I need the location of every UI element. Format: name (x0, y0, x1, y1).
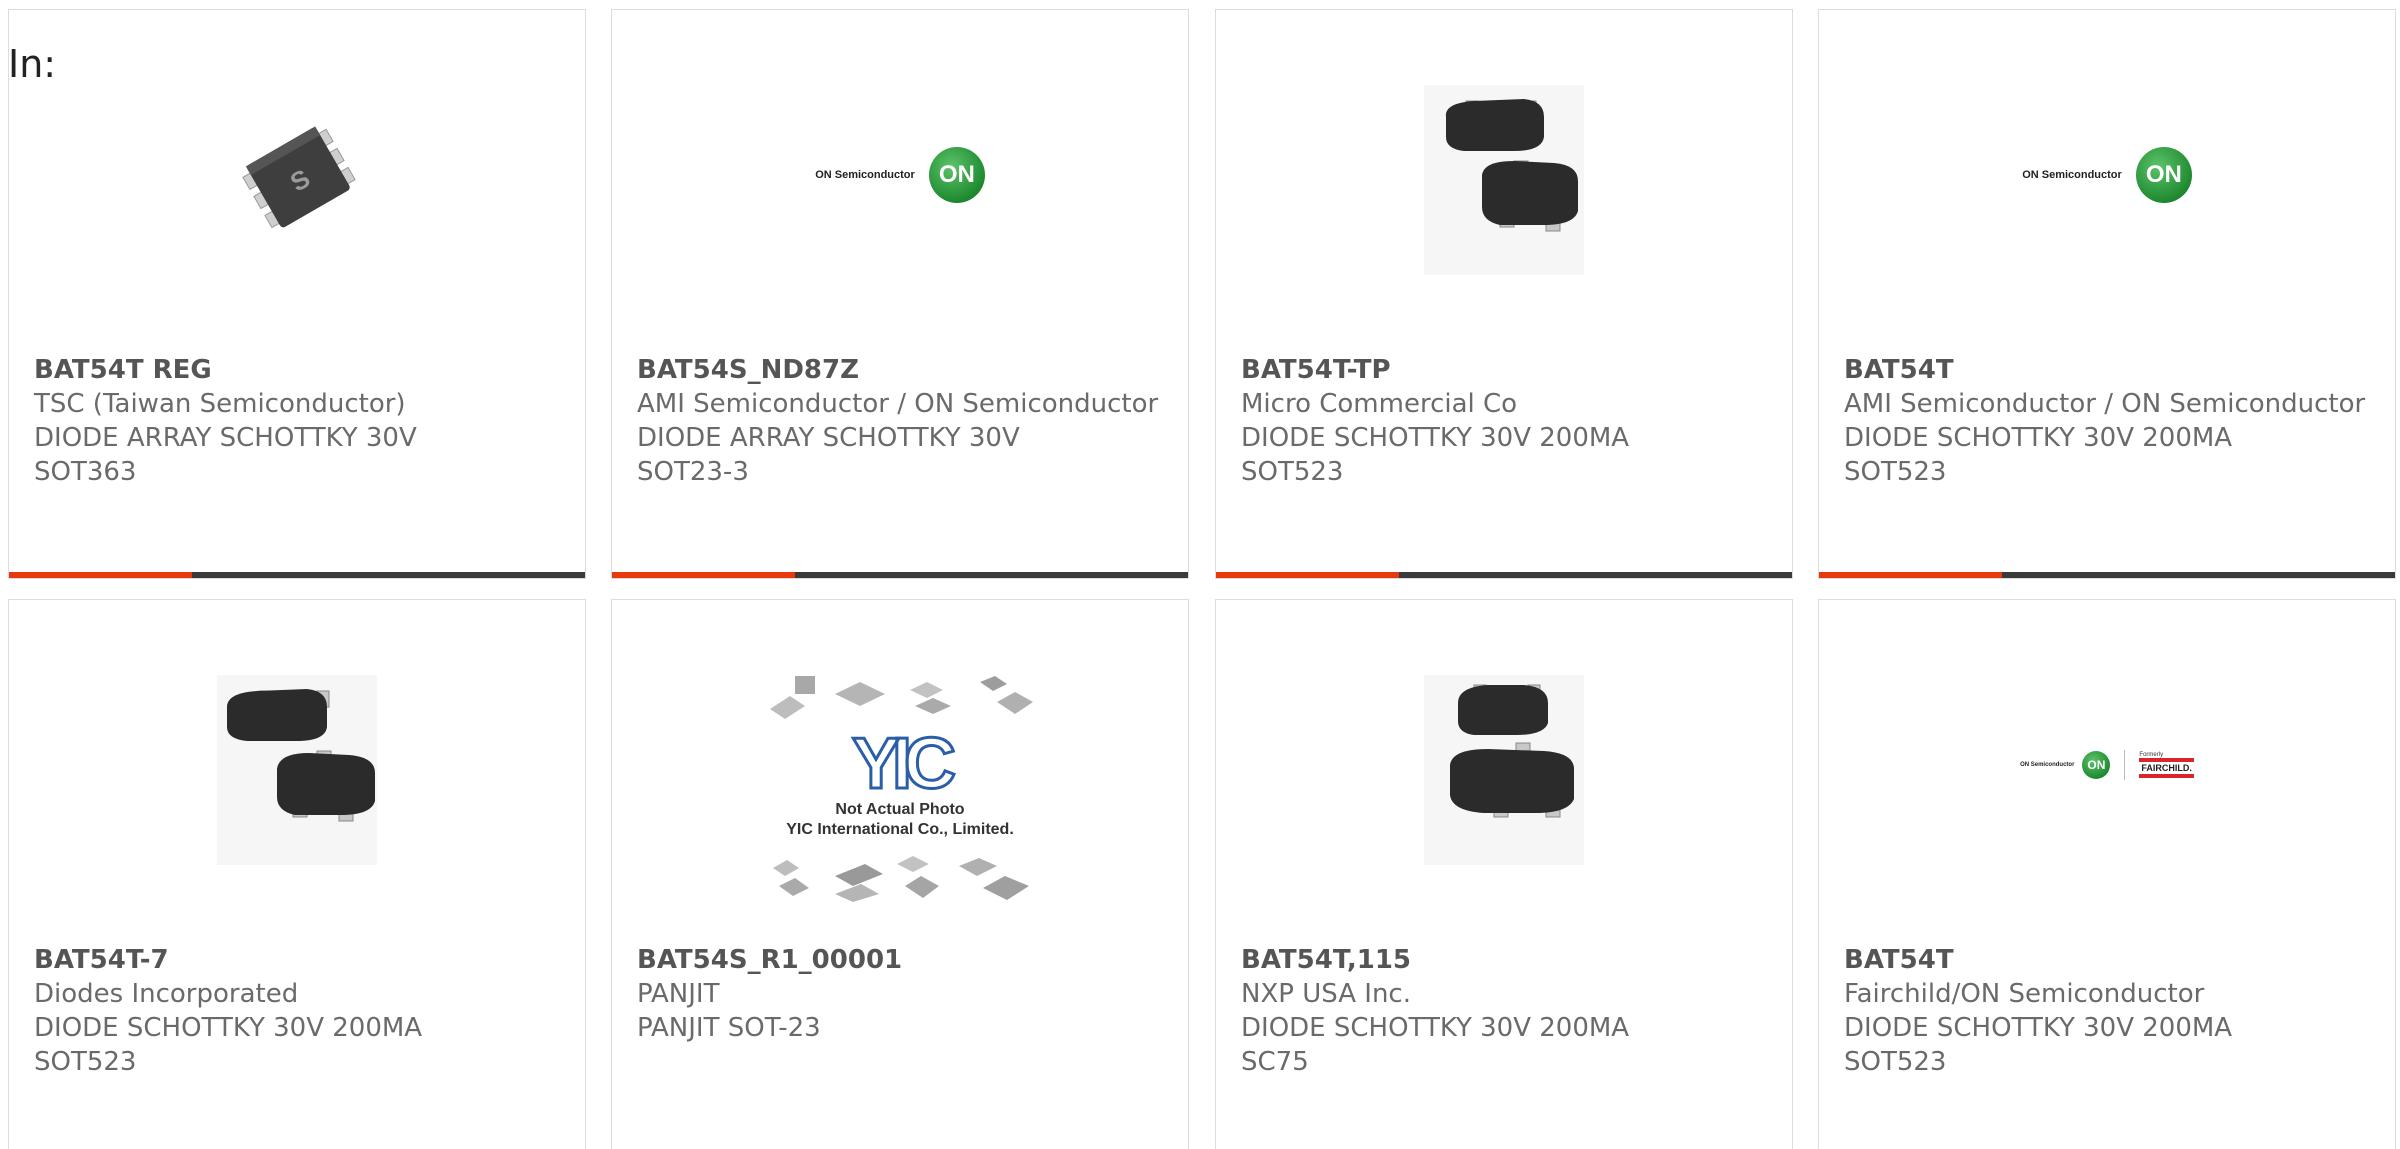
fairchild-text: FAIRCHILD. (2139, 758, 2194, 778)
product-image: ON Semiconductor ON (612, 60, 1188, 290)
description: DIODE ARRAY SCHOTTKY 30V (637, 423, 1020, 453)
product-info: BAT54T AMI Semiconductor / ON Semiconduc… (1844, 353, 2375, 489)
product-image (9, 650, 585, 880)
in-label: In: (8, 42, 57, 86)
fairchild-logo: Formerly FAIRCHILD. (2139, 752, 2194, 778)
manufacturer: AMI Semiconductor / ON Semiconductor (1844, 389, 2366, 419)
chip-collection-icon (770, 676, 1033, 719)
manufacturer: Diodes Incorporated (34, 979, 299, 1009)
logo-divider (2124, 750, 2126, 780)
sot523-chip-icon (217, 675, 377, 865)
manufacturer: TSC (Taiwan Semiconductor) (34, 389, 406, 419)
yic-placeholder: YIC Not Actual Photo YIC International C… (765, 674, 1035, 902)
on-logo-mark: ON (2135, 147, 2192, 203)
product-info: BAT54T Fairchild/ON Semiconductor DIODE … (1844, 943, 2375, 1079)
sot363-chip-icon: S (242, 126, 356, 229)
on-logo-mark: ON (2082, 751, 2111, 779)
package: SOT523 (34, 1047, 137, 1077)
yic-logo-mark: YIC (850, 724, 957, 804)
package: SOT523 (1241, 457, 1344, 487)
product-card[interactable]: BAT54T,115 NXP USA Inc. DIODE SCHOTTKY 3… (1215, 599, 1793, 1149)
product-card[interactable]: ON Semiconductor ON BAT54T AMI Semicondu… (1818, 9, 2396, 579)
chip-collection-icon (773, 856, 1029, 902)
part-number[interactable]: BAT54T (1844, 353, 2375, 387)
product-info: BAT54S_ND87Z AMI Semiconductor / ON Semi… (637, 353, 1168, 489)
description: DIODE SCHOTTKY 30V 200MA (1844, 1013, 2233, 1043)
product-card[interactable]: ON Semiconductor ON BAT54S_ND87Z AMI Sem… (611, 9, 1189, 579)
card-bottom-bar (9, 572, 585, 578)
description: PANJIT SOT-23 (637, 1013, 821, 1043)
package: SOT363 (34, 457, 137, 487)
package: SOT523 (1844, 1047, 1947, 1077)
package: SOT23-3 (637, 457, 749, 487)
card-accent (1819, 572, 2002, 578)
card-bottom-bar (1216, 572, 1792, 578)
card-accent (1216, 572, 1399, 578)
card-accent (9, 572, 192, 578)
product-image: YIC Not Actual Photo YIC International C… (612, 658, 1188, 918)
part-number[interactable]: BAT54T-7 (34, 943, 565, 977)
manufacturer: AMI Semiconductor / ON Semiconductor (637, 389, 1159, 419)
package: SOT523 (1844, 457, 1947, 487)
product-image: S (9, 60, 585, 290)
part-number[interactable]: BAT54S_ND87Z (637, 353, 1168, 387)
description: DIODE SCHOTTKY 30V 200MA (1241, 423, 1630, 453)
product-info: BAT54S_R1_00001 PANJIT PANJIT SOT-23 (637, 943, 1168, 1045)
card-accent (612, 572, 795, 578)
product-info: BAT54T-7 Diodes Incorporated DIODE SCHOT… (34, 943, 565, 1079)
yic-note-line2: YIC International Co., Limited. (786, 821, 1014, 838)
product-card[interactable]: YIC Not Actual Photo YIC International C… (611, 599, 1189, 1149)
description: DIODE SCHOTTKY 30V 200MA (1844, 423, 2233, 453)
product-image (1216, 650, 1792, 880)
logo-text: ON Semiconductor (2020, 762, 2075, 768)
manufacturer: Micro Commercial Co (1241, 389, 1518, 419)
product-card[interactable]: BAT54T-TP Micro Commercial Co DIODE SCHO… (1215, 9, 1793, 579)
part-number[interactable]: BAT54T (1844, 943, 2375, 977)
sot523-chip-icon (1424, 675, 1584, 865)
on-semiconductor-logo: ON Semiconductor ON (815, 147, 985, 203)
description: DIODE SCHOTTKY 30V 200MA (1241, 1013, 1630, 1043)
card-bottom-bar (612, 572, 1188, 578)
product-image: ON Semiconductor ON (1819, 60, 2395, 290)
product-info: BAT54T-TP Micro Commercial Co DIODE SCHO… (1241, 353, 1772, 489)
product-image: ON Semiconductor ON Formerly FAIRCHILD. (1819, 650, 2395, 880)
card-bottom-bar (1819, 572, 2395, 578)
sot523-chip-icon (1424, 85, 1584, 275)
package: SC75 (1241, 1047, 1309, 1077)
part-number[interactable]: BAT54T-TP (1241, 353, 1772, 387)
description: DIODE SCHOTTKY 30V 200MA (34, 1013, 423, 1043)
on-fairchild-logo: ON Semiconductor ON Formerly FAIRCHILD. (2020, 750, 2194, 780)
on-semiconductor-logo: ON Semiconductor ON (2022, 147, 2192, 203)
product-card[interactable]: ON Semiconductor ON Formerly FAIRCHILD. … (1818, 599, 2396, 1149)
part-number[interactable]: BAT54T,115 (1241, 943, 1772, 977)
manufacturer: PANJIT (637, 979, 720, 1009)
on-logo-mark: ON (928, 147, 985, 203)
product-info: BAT54T REG TSC (Taiwan Semiconductor) DI… (34, 353, 565, 489)
product-grid: In: S BAT54T REG TSC (Taiwan Semiconduct… (0, 0, 2400, 1149)
product-card[interactable]: BAT54T-7 Diodes Incorporated DIODE SCHOT… (8, 599, 586, 1149)
manufacturer: Fairchild/ON Semiconductor (1844, 979, 2205, 1009)
part-number[interactable]: BAT54T REG (34, 353, 565, 387)
part-number[interactable]: BAT54S_R1_00001 (637, 943, 1168, 977)
product-card[interactable]: S BAT54T REG TSC (Taiwan Semiconductor) … (8, 9, 586, 579)
description: DIODE ARRAY SCHOTTKY 30V (34, 423, 417, 453)
product-image (1216, 60, 1792, 290)
product-info: BAT54T,115 NXP USA Inc. DIODE SCHOTTKY 3… (1241, 943, 1772, 1079)
logo-text: ON Semiconductor (815, 169, 915, 181)
manufacturer: NXP USA Inc. (1241, 979, 1411, 1009)
yic-note-line1: Not Actual Photo (835, 801, 965, 818)
logo-text: ON Semiconductor (2022, 169, 2122, 181)
